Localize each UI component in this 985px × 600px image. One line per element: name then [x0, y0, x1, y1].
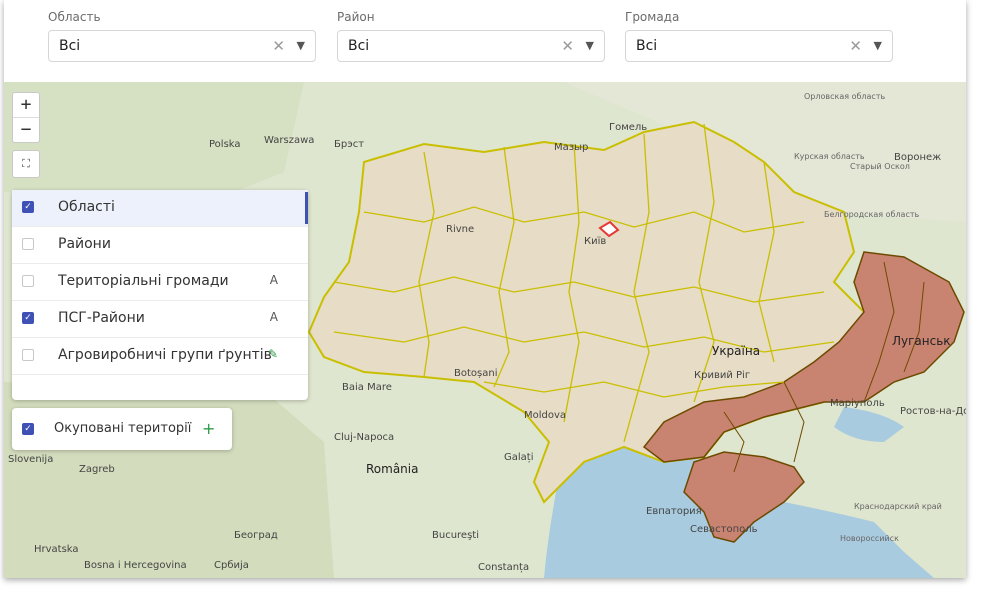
map-label-warszawa: Warszawa: [264, 135, 315, 146]
add-icon[interactable]: +: [202, 419, 215, 438]
map-label-hrvatska: Hrvatska: [34, 544, 79, 555]
map-label-slovenija: Slovenija: [8, 454, 54, 465]
chevron-down-icon[interactable]: ▼: [297, 39, 305, 52]
chevron-down-icon[interactable]: ▼: [874, 39, 882, 52]
map-label-moldova: Moldova: [524, 410, 567, 421]
fullscreen-icon[interactable]: ⛶: [12, 150, 40, 178]
map-label-krasnodar: Краснодарский край: [854, 502, 942, 511]
layer-row-psg-raiony[interactable]: ✓ ПСГ-Райони A: [12, 301, 308, 338]
chevron-down-icon[interactable]: ▼: [586, 39, 594, 52]
layer-checkbox[interactable]: [22, 349, 34, 361]
map-label-rivne: Rivne: [446, 224, 475, 235]
filter-oblast: Область Всі ✕ ▼: [48, 10, 316, 62]
map-label-ukraina: Україна: [712, 344, 761, 358]
layer-checkbox[interactable]: [22, 238, 34, 250]
label-toggle-icon[interactable]: A: [270, 310, 278, 324]
zoom-control: + −: [12, 92, 40, 143]
layers-panel: ✓ Області Райони Територіальні громади A…: [12, 190, 308, 400]
map-label-konstanta: Constanța: [478, 562, 530, 573]
map-label-baia-mare: Baia Mare: [342, 382, 392, 393]
map-label-kursk: Курская область: [794, 152, 865, 161]
map-label-srbija: Србија: [214, 560, 249, 571]
map-label-mariupol: Маріуполь: [830, 398, 885, 409]
map-label-rostov: Ростов-на-Дону: [900, 406, 966, 417]
occupied-checkbox[interactable]: ✓: [22, 423, 34, 435]
map-label-mazyr: Мазыр: [554, 142, 589, 153]
layer-label: Райони: [58, 236, 111, 252]
map-label-novorossiysk: Новороссийск: [840, 534, 899, 543]
map-label-zagreb: Zagreb: [79, 464, 115, 475]
app-frame: Область Всі ✕ ▼ Район Всі ✕ ▼ Громада Вс…: [4, 0, 966, 578]
map-label-polska: Polska: [209, 139, 241, 150]
map-label-yevpatoria: Евпатория: [646, 506, 702, 517]
filter-bar: Область Всі ✕ ▼ Район Всі ✕ ▼ Громада Вс…: [4, 0, 966, 82]
layer-label: Територіальні громади: [58, 273, 229, 289]
hromada-select[interactable]: Всі ✕ ▼: [625, 30, 893, 62]
map-label-homel: Гомель: [609, 122, 648, 133]
map-label-kyiv: Київ: [584, 236, 607, 247]
hromada-select-value: Всі: [636, 38, 658, 54]
filter-hromada: Громада Всі ✕ ▼: [625, 10, 893, 62]
raion-select-value: Всі: [348, 38, 370, 54]
map-label-cluj: Cluj-Napoca: [334, 432, 395, 443]
layer-checkbox[interactable]: ✓: [22, 312, 34, 324]
map-canvas[interactable]: Warszawa Polska Брэст Rivne Гомель Мазыр…: [4, 82, 966, 578]
oblast-select[interactable]: Всі ✕ ▼: [48, 30, 316, 62]
map-label-romania: România: [366, 462, 419, 476]
clear-icon[interactable]: ✕: [561, 37, 574, 55]
map-label-bosna: Bosna i Hercegovina: [84, 560, 187, 571]
map-label-bucuresti: Bucureşti: [432, 530, 479, 541]
occupied-territories-toggle[interactable]: ✓ Окуповані території +: [12, 408, 232, 450]
map-label-beograd: Београд: [234, 530, 278, 541]
zoom-out-button[interactable]: −: [13, 117, 39, 142]
layer-row-hromady[interactable]: Територіальні громади A: [12, 264, 308, 301]
map-label-starly-oskol: Старый Оскол: [850, 162, 910, 171]
filter-oblast-label: Область: [48, 10, 101, 24]
map-label-kryvyi-rih: Кривий Ріг: [694, 370, 751, 381]
layer-row-raiony[interactable]: Райони: [12, 227, 308, 264]
layer-label: ПСГ-Райони: [58, 310, 145, 326]
map-label-galati: Galați: [504, 452, 534, 463]
filter-raion: Район Всі ✕ ▼: [337, 10, 605, 62]
layer-row-soil-groups[interactable]: Агровиробничі групи ґрунтів ✎: [12, 338, 308, 375]
map-label-brest: Брэст: [334, 139, 365, 150]
map-label-botosani: Botoșani: [454, 368, 498, 379]
filter-raion-label: Район: [337, 10, 375, 24]
edit-icon[interactable]: ✎: [268, 347, 278, 361]
layer-checkbox[interactable]: ✓: [22, 201, 34, 213]
clear-icon[interactable]: ✕: [272, 37, 285, 55]
layer-label: Агровиробничі групи ґрунтів: [58, 347, 272, 363]
map-label-luhansk: Луганськ: [892, 334, 951, 348]
map-label-belgorod: Белгородская область: [824, 210, 920, 219]
layer-checkbox[interactable]: [22, 275, 34, 287]
layer-label: Області: [58, 199, 115, 215]
label-toggle-icon[interactable]: A: [270, 273, 278, 287]
raion-select[interactable]: Всі ✕ ▼: [337, 30, 605, 62]
occupied-label: Окуповані території: [54, 421, 192, 436]
filter-hromada-label: Громада: [625, 10, 680, 24]
clear-icon[interactable]: ✕: [849, 37, 862, 55]
zoom-in-button[interactable]: +: [13, 93, 39, 117]
oblast-select-value: Всі: [59, 38, 81, 54]
map-label-orel: Орловская область: [804, 92, 886, 101]
map-label-sevastopol: Севастополь: [690, 524, 758, 535]
layer-row-oblasti[interactable]: ✓ Області: [12, 190, 308, 227]
